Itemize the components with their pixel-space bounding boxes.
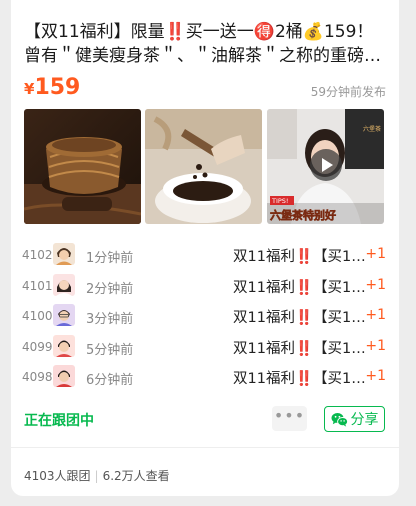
list-item[interactable]: 4100 3分钟前 双11福利‼️【买1送1】 +1 [22,301,386,332]
order-index: 4099 [22,339,53,354]
group-buy-card[interactable]: 【双11福利】限量‼️买一送一🉐2桶💰159！曾有＂健美瘦身茶＂、＂油解茶＂之称… [11,0,399,496]
order-index: 4100 [22,309,53,323]
quantity: +1 [365,276,386,293]
avatar [53,365,75,387]
more-button[interactable]: ••• [272,406,307,431]
avatar [53,304,75,326]
item-description: 双11福利‼️【买1送1】 [233,279,371,296]
join-time: 3分钟前 [86,312,134,327]
list-item[interactable]: 4099 5分钟前 双11福利‼️【买1送1】 +1 [22,332,386,363]
list-item[interactable]: 4101 2分钟前 双11福利‼️【买1送1】 +1 [22,271,386,302]
quantity: +1 [365,337,386,354]
avatar [53,273,75,296]
item-description: 双11福利‼️【买1送1】 [233,371,371,387]
currency-symbol: ¥ [24,80,35,98]
divider [11,447,399,448]
participant-list: 4102 1分钟前 双11福利‼️【买1送1】 +1 4101 2分钟前 双11… [22,240,386,393]
play-icon[interactable] [310,149,342,181]
join-time: 5分钟前 [86,342,134,358]
wechat-icon [331,412,348,427]
joined-count: 4103人跟团 [24,469,91,483]
tea-leaves-bowl-photo[interactable] [145,109,262,224]
join-time: 1分钟前 [86,251,134,266]
tea-basket-photo[interactable] [24,109,141,224]
stats-separator: | [94,469,99,483]
image-gallery: 六堡茶 TIPS! 六堡茶特别好 [24,109,384,224]
view-count: 6.2万人查看 [102,469,170,483]
svg-text:TIPS!: TIPS! [271,197,289,205]
list-item[interactable]: 4102 1分钟前 双11福利‼️【买1送1】 +1 [22,240,386,271]
join-time: 6分钟前 [86,373,134,388]
price-row: ¥159 59分钟前发布 [24,75,386,105]
share-label: 分享 [350,412,379,428]
video-caption: 六堡茶特别好 [270,208,336,222]
share-button[interactable]: 分享 [324,406,385,432]
following-status[interactable]: 正在跟团中 [24,410,94,430]
quantity: +1 [365,368,386,384]
video-thumbnail[interactable]: 六堡茶 TIPS! 六堡茶特别好 [267,109,384,224]
item-description: 双11福利‼️【买1送1】 [233,249,371,265]
item-description: 双11福利‼️【买1送1】 [233,310,371,326]
avatar [53,243,75,265]
quantity: +1 [365,307,386,323]
posted-time: 59分钟前发布 [310,85,386,99]
group-stats: 4103人跟团 | 6.2万人查看 [24,467,170,484]
list-item[interactable]: 4098 6分钟前 双11福利‼️【买1送1】 +1 [22,362,386,393]
price-value: 159 [34,75,81,100]
svg-text:六堡茶: 六堡茶 [363,125,381,133]
quantity: +1 [365,246,386,262]
order-index: 4098 [22,370,53,384]
order-index: 4102 [22,248,53,262]
item-description: 双11福利‼️【买1送1】 [233,340,371,357]
avatar [53,334,75,357]
order-index: 4101 [22,278,53,293]
price: ¥159 [24,75,80,100]
post-title[interactable]: 【双11福利】限量‼️买一送一🉐2桶💰159！曾有＂健美瘦身茶＂、＂油解茶＂之称… [24,20,386,68]
join-time: 2分钟前 [86,281,134,297]
